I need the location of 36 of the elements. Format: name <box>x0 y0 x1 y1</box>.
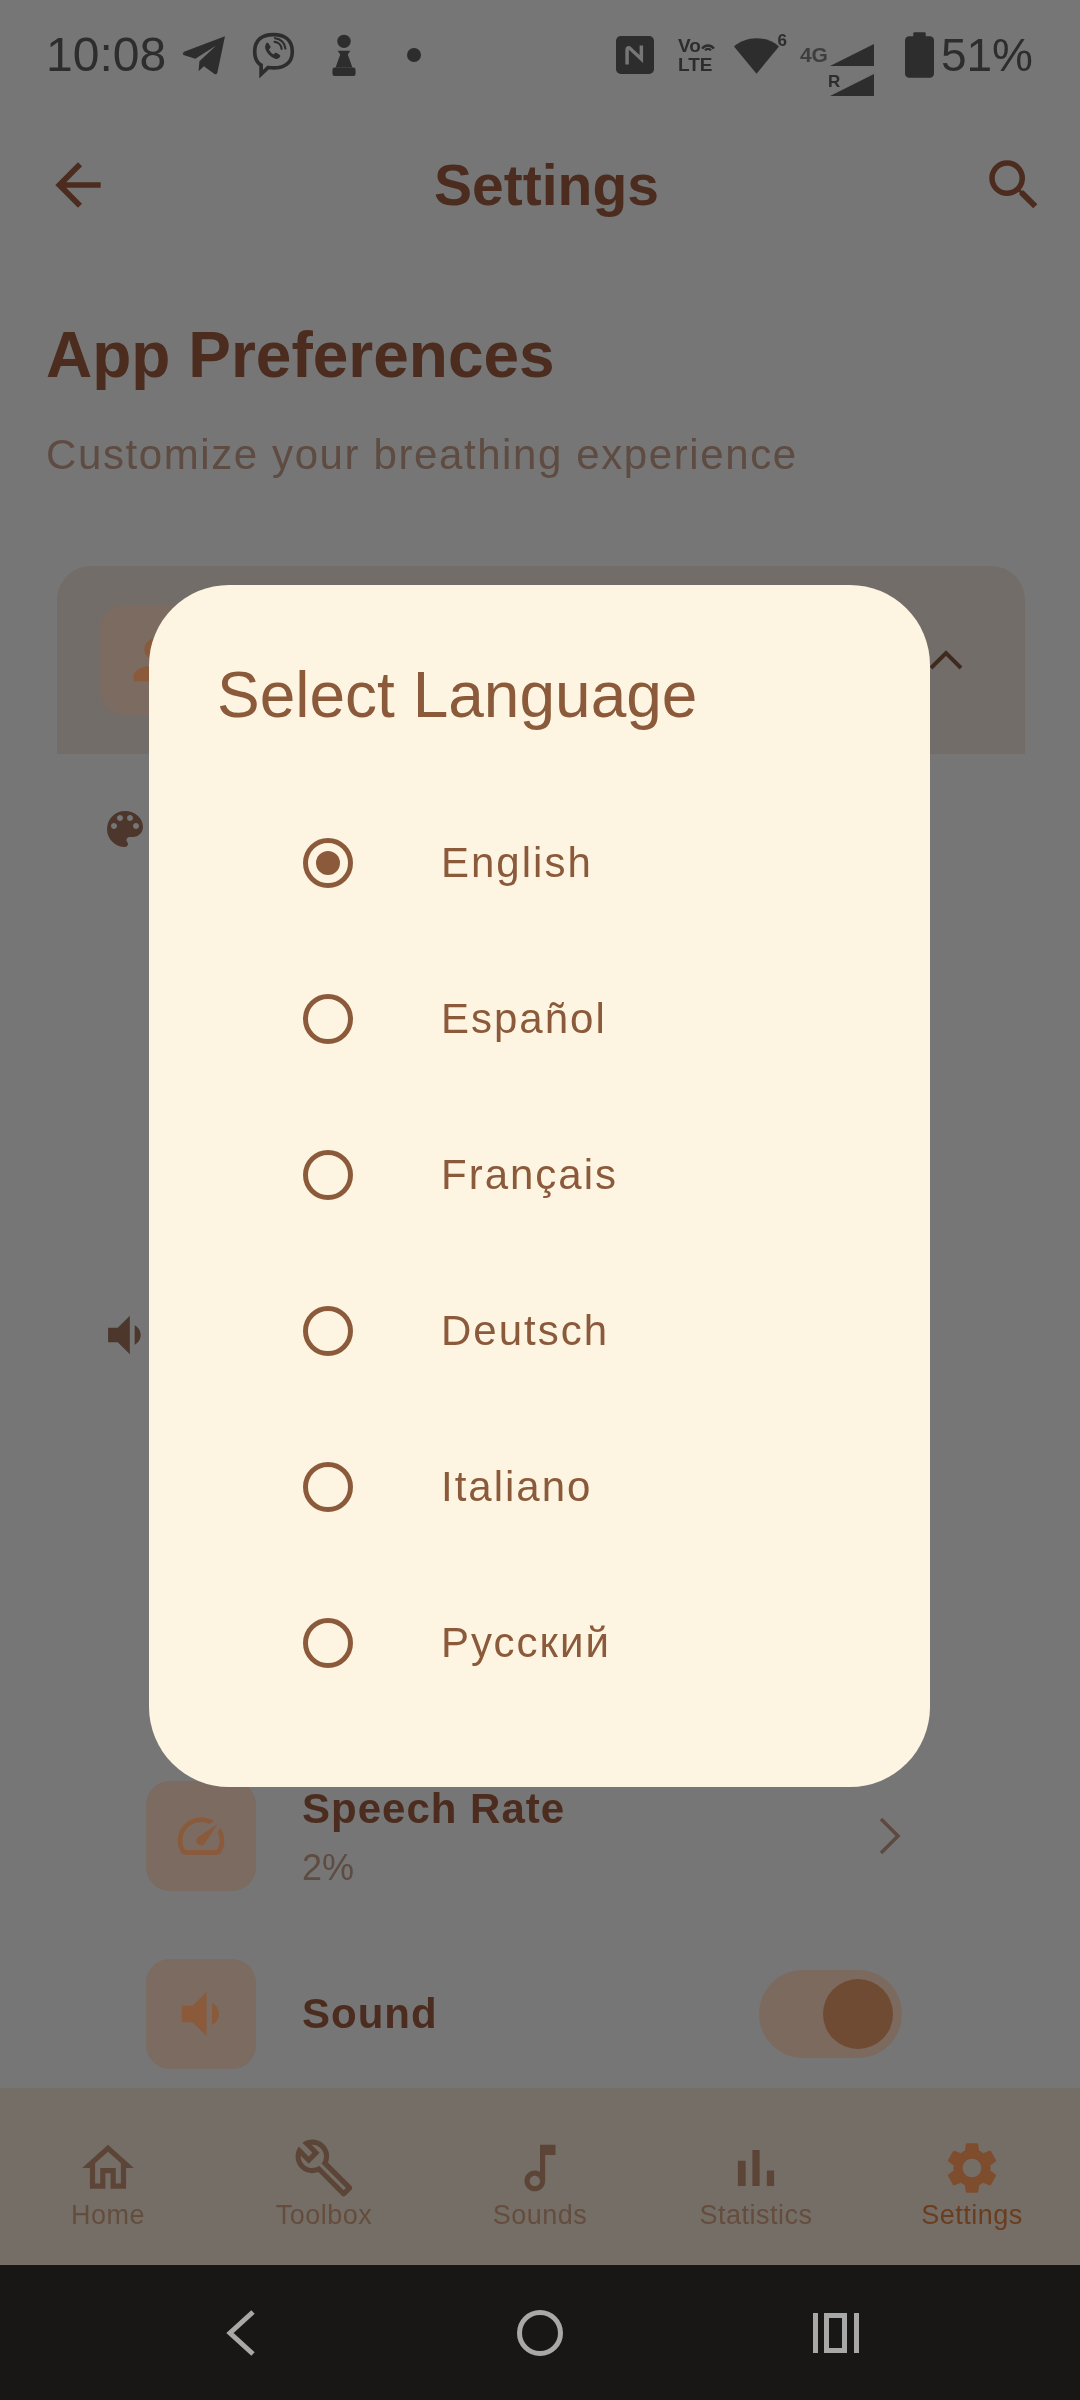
radio-button[interactable] <box>303 1462 353 1512</box>
language-option[interactable]: Русский <box>149 1565 930 1721</box>
status-time: 10:08 <box>46 31 167 79</box>
gauge-icon <box>146 1781 256 1891</box>
wifi-generation-label: 6 <box>777 32 787 49</box>
volte-label: LTE <box>678 55 714 74</box>
paper-plane-icon <box>181 35 227 75</box>
wrench-icon <box>293 2137 355 2199</box>
language-option[interactable]: Français <box>149 1097 930 1253</box>
network-type-label: 4G <box>799 44 828 65</box>
screen-title: Settings <box>434 151 659 219</box>
back-icon[interactable] <box>226 2309 256 2356</box>
dot-icon <box>407 48 422 62</box>
radio-button[interactable] <box>303 994 353 1044</box>
dialog-title: Select Language <box>217 658 699 733</box>
setting-title: Sound <box>302 1989 438 2039</box>
chevron-up-icon[interactable] <box>929 648 963 672</box>
page-heading: App Preferences <box>46 318 556 393</box>
roaming-label: R <box>827 73 841 90</box>
radio-button[interactable] <box>303 1306 353 1356</box>
radio-button[interactable] <box>303 1150 353 1200</box>
radio-button[interactable] <box>303 1618 353 1668</box>
battery-percent: 51% <box>940 32 1033 78</box>
language-option[interactable]: Español <box>149 941 930 1097</box>
language-option[interactable]: English <box>149 785 930 941</box>
language-option[interactable]: Deutsch <box>149 1253 930 1409</box>
home-button-icon[interactable] <box>517 2309 563 2356</box>
nfc-icon <box>616 36 655 74</box>
radio-button[interactable] <box>303 838 353 888</box>
battery-icon <box>904 32 934 78</box>
volte-label: Vo <box>678 36 701 55</box>
speaker-icon <box>146 1959 256 2069</box>
language-option[interactable]: Italiano <box>149 1409 930 1565</box>
wifi-icon <box>733 37 779 75</box>
setting-title: Speech Rate <box>302 1783 566 1834</box>
recent-apps-icon[interactable] <box>813 2312 859 2353</box>
